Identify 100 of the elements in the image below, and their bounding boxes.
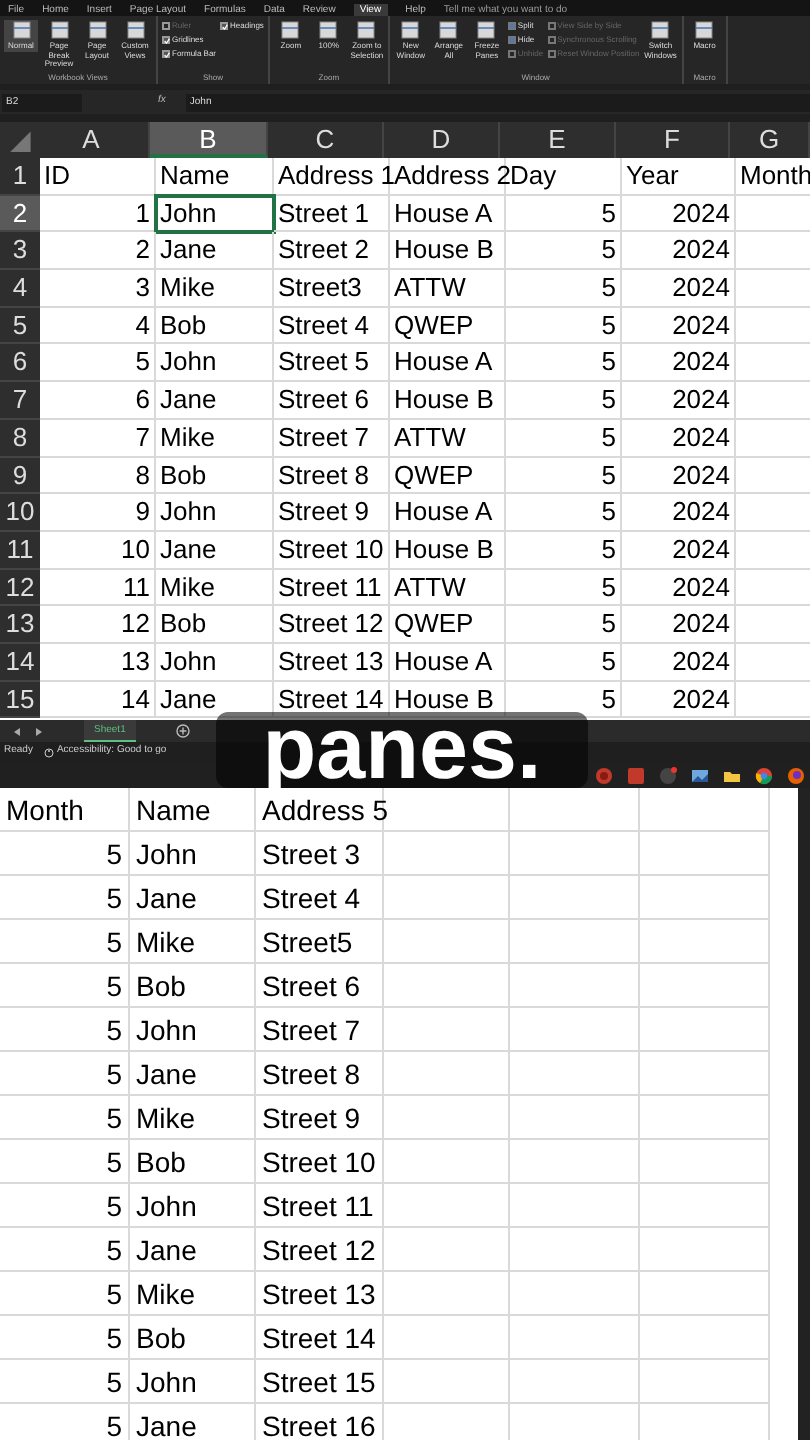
- table-cell: 6: [40, 382, 156, 420]
- checkmark-icon[interactable]: [222, 23, 229, 29]
- table-cell: Street 7: [274, 419, 390, 457]
- row-header[interactable]: 9: [0, 457, 40, 495]
- app-icon[interactable]: [626, 765, 646, 785]
- checkmark-icon[interactable]: [164, 37, 170, 43]
- table-cell: 5: [506, 195, 622, 233]
- sheet-icon[interactable]: [49, 20, 69, 40]
- sheet-icon[interactable]: [280, 20, 301, 40]
- row-header[interactable]: 1: [0, 158, 40, 196]
- table-cell: [640, 876, 770, 920]
- table-cell: 5: [506, 531, 622, 570]
- row-header[interactable]: 4: [0, 270, 40, 308]
- table-cell: 5: [0, 1096, 130, 1140]
- table-cell: House A: [390, 195, 506, 233]
- row-header[interactable]: 10: [0, 494, 40, 532]
- table-cell: 2024: [622, 307, 736, 345]
- table-cell: Jane: [156, 531, 274, 570]
- camera-icon[interactable]: [658, 765, 678, 785]
- table-cell: 5: [506, 307, 622, 345]
- table-cell: 5: [506, 569, 622, 607]
- table-cell: [384, 1316, 510, 1360]
- record-icon[interactable]: [594, 765, 614, 785]
- accessibility-icon[interactable]: [44, 747, 55, 757]
- row-header[interactable]: 5: [0, 307, 40, 345]
- table-cell: Street 15: [256, 1360, 384, 1404]
- table-cell: [384, 788, 510, 832]
- table-cell: QWEP: [390, 606, 506, 644]
- image-icon[interactable]: [690, 765, 710, 785]
- checkmark-icon[interactable]: [164, 51, 170, 57]
- row-header[interactable]: 8: [0, 419, 40, 457]
- table-cell: [510, 1316, 640, 1360]
- column-header[interactable]: C: [268, 122, 384, 158]
- table-cell: 2024: [622, 531, 736, 570]
- table-cell: 5: [0, 1316, 130, 1360]
- table-cell: Street 8: [256, 1052, 384, 1096]
- row-header[interactable]: 15: [0, 681, 40, 719]
- table-cell: 5: [506, 382, 622, 420]
- sheet-icon[interactable]: [650, 20, 671, 40]
- row-header[interactable]: 12: [0, 569, 40, 607]
- table-cell: Street 6: [274, 382, 390, 420]
- table-cell: [640, 1228, 770, 1272]
- row-header[interactable]: 11: [0, 531, 40, 570]
- row-header[interactable]: 6: [0, 344, 40, 383]
- table-cell: 8: [40, 457, 156, 495]
- table-cell: 5: [0, 1052, 130, 1096]
- table-cell: House B: [390, 681, 506, 719]
- table-cell: Jane: [130, 876, 256, 920]
- table-cell: Street 11: [256, 1184, 384, 1228]
- sheet-icon[interactable]: [87, 20, 107, 40]
- sheet-icon[interactable]: [476, 20, 497, 40]
- row-header[interactable]: 14: [0, 643, 40, 682]
- row-header[interactable]: 7: [0, 382, 40, 420]
- table-cell: [384, 1008, 510, 1052]
- sheet-icon[interactable]: [400, 20, 421, 40]
- table-cell: John: [156, 344, 274, 383]
- table-cell: [510, 1184, 640, 1228]
- table-cell: 11: [40, 569, 156, 607]
- sheet-icon[interactable]: [125, 20, 145, 40]
- table-cell: 5: [0, 1140, 130, 1184]
- sheet-icon[interactable]: [356, 20, 377, 40]
- table-cell: Street3: [274, 270, 390, 308]
- table-cell: [640, 1184, 770, 1228]
- table-cell: [384, 1360, 510, 1404]
- sheet-icon[interactable]: [438, 20, 459, 40]
- table-cell: John: [130, 1184, 256, 1228]
- table-cell: House B: [390, 232, 506, 271]
- table-cell: John: [156, 195, 274, 233]
- add-sheet-icon[interactable]: [175, 724, 190, 738]
- table-cell: John: [156, 494, 274, 532]
- column-header[interactable]: B: [150, 122, 268, 158]
- browser-icon[interactable]: [754, 765, 774, 785]
- table-cell: 5: [0, 1272, 130, 1316]
- sheet-icon[interactable]: [694, 20, 715, 40]
- table-cell: 2024: [622, 643, 736, 682]
- table-cell: Jane: [156, 681, 274, 719]
- table-cell: Mike: [156, 419, 274, 457]
- table-cell: 2024: [622, 606, 736, 644]
- column-header[interactable]: E: [500, 122, 616, 158]
- table-cell: Bob: [130, 964, 256, 1008]
- right-arrow-icon[interactable]: [34, 725, 44, 737]
- table-cell: 2024: [622, 344, 736, 383]
- row-header[interactable]: 2: [0, 195, 40, 233]
- row-header[interactable]: 3: [0, 232, 40, 271]
- table-cell: 5: [506, 494, 622, 532]
- table-cell: Street 14: [256, 1316, 384, 1360]
- table-cell: [384, 1096, 510, 1140]
- table-cell: [384, 964, 510, 1008]
- table-cell: Street 2: [274, 232, 390, 271]
- sheet-icon[interactable]: [318, 20, 339, 40]
- table-cell: Street 16: [256, 1404, 384, 1440]
- fox-icon[interactable]: [786, 765, 806, 785]
- row-header[interactable]: 13: [0, 606, 40, 644]
- column-header[interactable]: D: [384, 122, 500, 158]
- sheet-icon[interactable]: [11, 20, 31, 40]
- table-cell: 5: [0, 832, 130, 876]
- left-arrow-icon[interactable]: [12, 725, 22, 737]
- column-header[interactable]: F: [616, 122, 730, 158]
- table-cell: 2024: [622, 419, 736, 457]
- column-header[interactable]: G: [730, 122, 810, 158]
